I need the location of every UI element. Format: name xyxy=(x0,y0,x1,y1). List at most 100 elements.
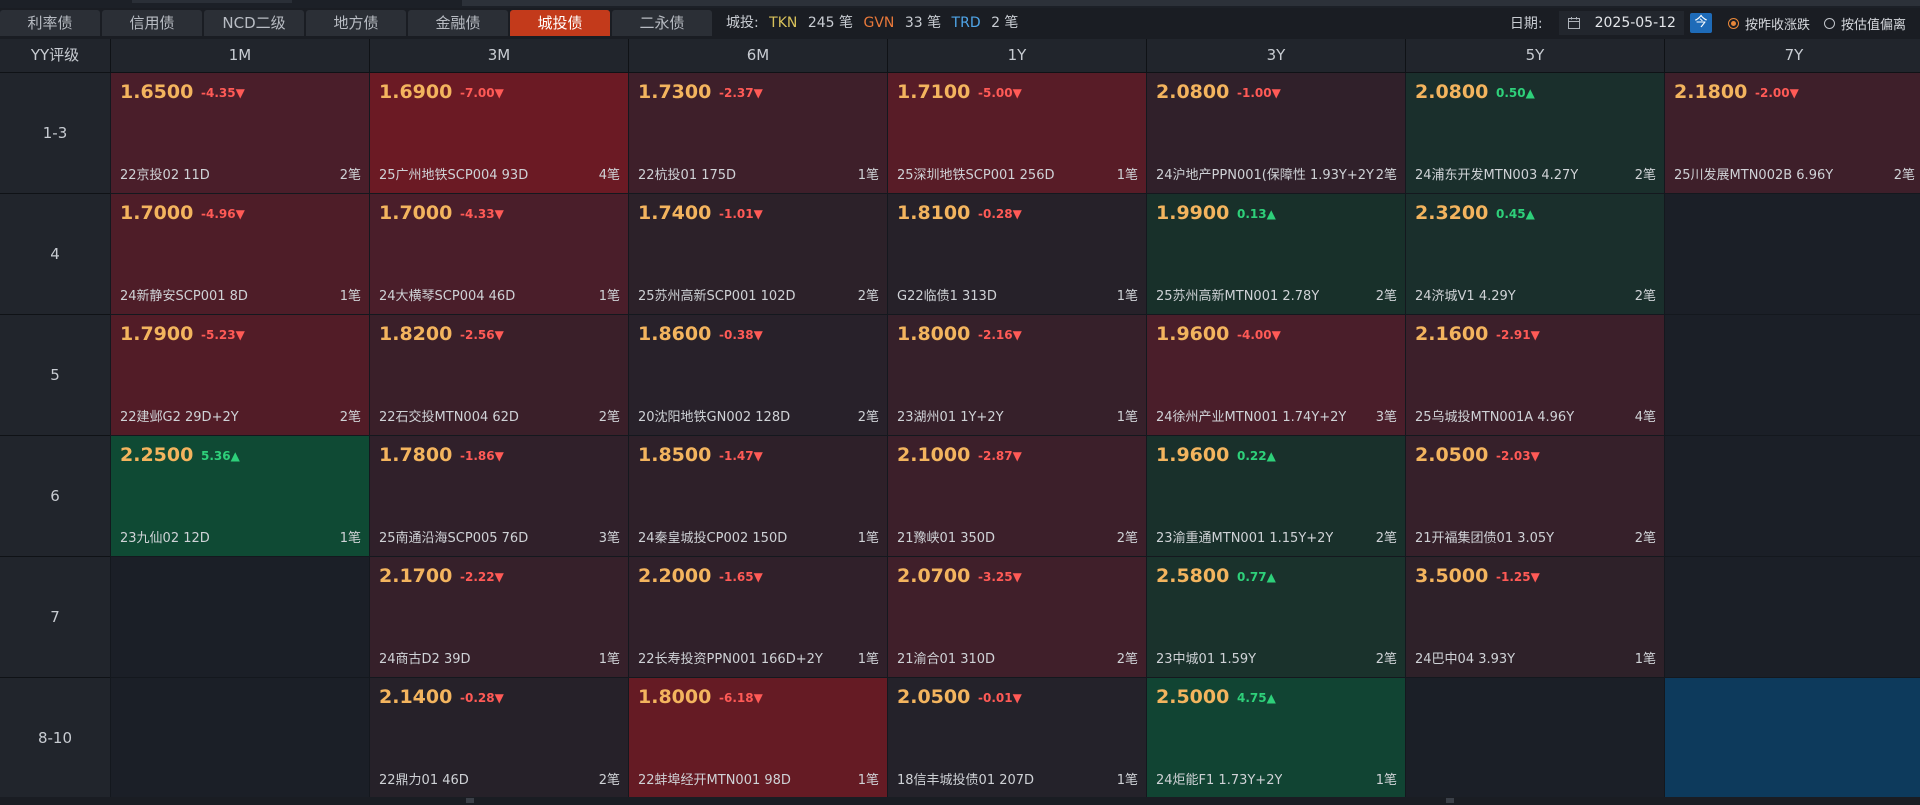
bond-name[interactable]: 22蚌埠经开MTN001 98D xyxy=(638,769,791,788)
bond-name[interactable]: 24炬能F1 1.73Y+2Y xyxy=(1156,769,1282,788)
bond-name[interactable]: 22建邺G2 29D+2Y xyxy=(120,406,239,425)
tab-rates[interactable]: 利率债 xyxy=(0,10,100,36)
bond-name[interactable]: 25深圳地铁SCP001 256D xyxy=(897,164,1054,183)
quote-cell[interactable]: 1.8000 -6.18▼ 22蚌埠经开MTN001 98D 1笔 xyxy=(629,678,887,798)
bond-name[interactable]: 24新静安SCP001 8D xyxy=(120,285,248,304)
bond-name[interactable]: 24巴中04 3.93Y xyxy=(1415,648,1515,667)
bond-name[interactable]: 25广州地铁SCP004 93D xyxy=(379,164,528,183)
bond-name[interactable]: 24秦皇城投CP002 150D xyxy=(638,527,787,546)
bond-name[interactable]: 25川发展MTN002B 6.96Y xyxy=(1674,164,1833,183)
bond-name[interactable]: 21渝合01 310D xyxy=(897,648,995,667)
quote-cell[interactable]: 1.7900 -5.23▼ 22建邺G2 29D+2Y 2笔 xyxy=(111,315,369,435)
bond-name[interactable]: 24徐州产业MTN001 1.74Y+2Y xyxy=(1156,406,1346,425)
tab-credit[interactable]: 信用债 xyxy=(102,10,202,36)
bond-name[interactable]: G22临债1 313D xyxy=(897,285,997,304)
quote-cell[interactable]: 1.9900 0.13▲ 25苏州高新MTN001 2.78Y 2笔 xyxy=(1147,194,1405,314)
bond-name[interactable]: 25苏州高新SCP001 102D xyxy=(638,285,795,304)
quote-cell[interactable]: 1.7800 -1.86▼ 25南通沿海SCP005 76D 3笔 xyxy=(370,436,628,556)
quote-cell[interactable]: 2.0700 -3.25▼ 21渝合01 310D 2笔 xyxy=(888,557,1146,677)
quote-cell[interactable]: 2.2000 -1.65▼ 22长寿投资PPN001 166D+2Y 1笔 xyxy=(629,557,887,677)
column-header-3m[interactable]: 3M xyxy=(370,39,629,73)
bond-name[interactable]: 23九仙02 12D xyxy=(120,527,210,546)
bond-name[interactable]: 23渝重通MTN001 1.15Y+2Y xyxy=(1156,527,1333,546)
best-yield: 1.8000 xyxy=(638,686,712,708)
quote-cell[interactable]: 1.7100 -5.00▼ 25深圳地铁SCP001 256D 1笔 xyxy=(888,73,1146,193)
bond-name[interactable]: 25苏州高新MTN001 2.78Y xyxy=(1156,285,1319,304)
quote-cell[interactable]: 1.8500 -1.47▼ 24秦皇城投CP002 150D 1笔 xyxy=(629,436,887,556)
tab-lgfv[interactable]: 城投债 xyxy=(510,10,610,36)
bond-name[interactable]: 24沪地产PPN001(保障性 1.93Y+2Y xyxy=(1156,164,1374,183)
quote-cell[interactable]: 1.8600 -0.38▼ 20沈阳地铁GN002 128D 2笔 xyxy=(629,315,887,435)
quote-cell[interactable]: 1.7000 -4.33▼ 24大横琴SCP004 46D 1笔 xyxy=(370,194,628,314)
scroll-grip[interactable] xyxy=(1446,798,1454,803)
quote-cell[interactable]: 1.6500 -4.35▼ 22京投02 11D 2笔 xyxy=(111,73,369,193)
radio-prev-close[interactable]: 按昨收涨跌 xyxy=(1727,14,1810,33)
quote-cell[interactable]: 1.7000 -4.96▼ 24新静安SCP001 8D 1笔 xyxy=(111,194,369,314)
column-header-1y[interactable]: 1Y xyxy=(888,39,1147,73)
quote-cell[interactable]: 1.8000 -2.16▼ 23湖州01 1Y+2Y 1笔 xyxy=(888,315,1146,435)
radio-empty-icon[interactable] xyxy=(1823,17,1835,29)
bond-name[interactable]: 20沈阳地铁GN002 128D xyxy=(638,406,790,425)
quote-cell[interactable]: 3.5000 -1.25▼ 24巴中04 3.93Y 1笔 xyxy=(1406,557,1664,677)
bond-name[interactable]: 22石交投MTN004 62D xyxy=(379,406,519,425)
bond-name[interactable]: 22长寿投资PPN001 166D+2Y xyxy=(638,648,823,667)
bond-name[interactable]: 21开福集团债01 3.05Y xyxy=(1415,527,1554,546)
column-header-3y[interactable]: 3Y xyxy=(1147,39,1406,73)
column-header-5y[interactable]: 5Y xyxy=(1406,39,1665,73)
tab-local-gov[interactable]: 地方债 xyxy=(306,10,406,36)
top-strip-scroll[interactable] xyxy=(462,0,1920,6)
scroll-grip[interactable] xyxy=(466,798,474,803)
bond-name[interactable]: 22京投02 11D xyxy=(120,164,210,183)
quote-cell[interactable]: 2.1700 -2.22▼ 24商古D2 39D 1笔 xyxy=(370,557,628,677)
bond-name[interactable]: 23湖州01 1Y+2Y xyxy=(897,406,1004,425)
empty-cell xyxy=(1665,315,1920,435)
bond-name[interactable]: 22杭投01 175D xyxy=(638,164,736,183)
top-strip xyxy=(0,0,1920,8)
best-yield: 2.2500 xyxy=(120,444,194,466)
quote-cell[interactable]: 2.0500 -2.03▼ 21开福集团债01 3.05Y 2笔 xyxy=(1406,436,1664,556)
bond-name[interactable]: 21豫峡01 350D xyxy=(897,527,995,546)
best-yield: 2.5000 xyxy=(1156,686,1230,708)
bond-name[interactable]: 25南通沿海SCP005 76D xyxy=(379,527,528,546)
date-value[interactable]: 2025-05-12 xyxy=(1595,15,1676,31)
quote-cell[interactable]: 2.1400 -0.28▼ 22鼎力01 46D 2笔 xyxy=(370,678,628,798)
today-button[interactable]: 今 xyxy=(1689,13,1712,33)
quote-cell[interactable]: 2.1000 -2.87▼ 21豫峡01 350D 2笔 xyxy=(888,436,1146,556)
tab-financial[interactable]: 金融债 xyxy=(408,10,508,36)
quote-cell[interactable]: 1.9600 -4.00▼ 24徐州产业MTN001 1.74Y+2Y 3笔 xyxy=(1147,315,1405,435)
bond-name[interactable]: 24济城V1 4.29Y xyxy=(1415,285,1516,304)
column-header-7y[interactable]: 7Y xyxy=(1665,39,1920,73)
radio-selected-icon[interactable] xyxy=(1727,17,1739,29)
tab-ncd[interactable]: NCD二级 xyxy=(204,10,304,36)
column-header-1m[interactable]: 1M xyxy=(111,39,370,73)
column-header-6m[interactable]: 6M xyxy=(629,39,888,73)
quote-cell[interactable]: 2.3200 0.45▲ 24济城V1 4.29Y 2笔 xyxy=(1406,194,1664,314)
bond-name[interactable]: 22鼎力01 46D xyxy=(379,769,469,788)
bond-name[interactable]: 23中城01 1.59Y xyxy=(1156,648,1256,667)
quote-cell[interactable]: 2.1800 -2.00▼ 25川发展MTN002B 6.96Y 2笔 xyxy=(1665,73,1920,193)
date-picker[interactable]: 2025-05-12 xyxy=(1558,11,1684,35)
quote-cell[interactable]: 2.2500 5.36▲ 23九仙02 12D 1笔 xyxy=(111,436,369,556)
tab-perpetual[interactable]: 二永债 xyxy=(612,10,712,36)
quote-cell[interactable]: 1.8100 -0.28▼ G22临债1 313D 1笔 xyxy=(888,194,1146,314)
quote-cell[interactable]: 2.0800 -1.00▼ 24沪地产PPN001(保障性 1.93Y+2Y 2笔 xyxy=(1147,73,1405,193)
bond-name[interactable]: 18信丰城投债01 207D xyxy=(897,769,1034,788)
quote-cell[interactable]: 2.0800 0.50▲ 24浦东开发MTN003 4.27Y 2笔 xyxy=(1406,73,1664,193)
radio-valuation[interactable]: 按估值偏离 xyxy=(1823,14,1906,33)
yield-change: -1.86▼ xyxy=(460,449,504,463)
bond-name[interactable]: 25乌城投MTN001A 4.96Y xyxy=(1415,406,1574,425)
quote-cell[interactable]: 1.9600 0.22▲ 23渝重通MTN001 1.15Y+2Y 2笔 xyxy=(1147,436,1405,556)
quote-cell[interactable]: 1.6900 -7.00▼ 25广州地铁SCP004 93D 4笔 xyxy=(370,73,628,193)
bond-name[interactable]: 24浦东开发MTN003 4.27Y xyxy=(1415,164,1578,183)
quote-cell[interactable]: 1.8200 -2.56▼ 22石交投MTN004 62D 2笔 xyxy=(370,315,628,435)
quote-cell[interactable]: 2.0500 -0.01▼ 18信丰城投债01 207D 1笔 xyxy=(888,678,1146,798)
quote-cell[interactable]: 1.7300 -2.37▼ 22杭投01 175D 1笔 xyxy=(629,73,887,193)
quote-cell[interactable]: 2.5000 4.75▲ 24炬能F1 1.73Y+2Y 1笔 xyxy=(1147,678,1405,798)
quote-cell[interactable]: 2.5800 0.77▲ 23中城01 1.59Y 2笔 xyxy=(1147,557,1405,677)
bond-name[interactable]: 24商古D2 39D xyxy=(379,648,471,667)
quote-cell[interactable]: 2.1600 -2.91▼ 25乌城投MTN001A 4.96Y 4笔 xyxy=(1406,315,1664,435)
selected-empty-cell[interactable] xyxy=(1665,678,1920,798)
quote-cell[interactable]: 1.7400 -1.01▼ 25苏州高新SCP001 102D 2笔 xyxy=(629,194,887,314)
horizontal-scrollbar[interactable] xyxy=(0,797,1920,805)
bond-name[interactable]: 24大横琴SCP004 46D xyxy=(379,285,515,304)
